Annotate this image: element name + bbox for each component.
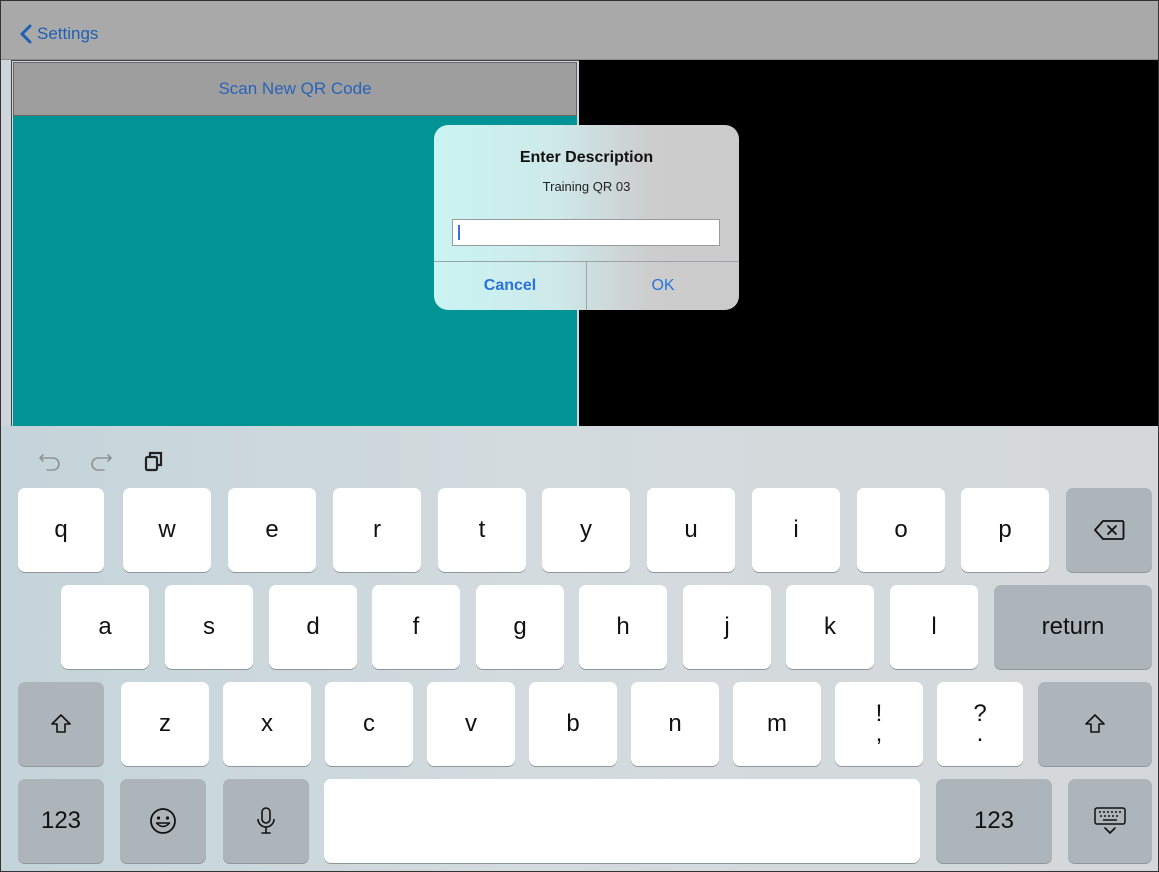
shift-icon (51, 714, 71, 733)
key-w[interactable]: w (123, 488, 211, 572)
key-b[interactable]: b (529, 682, 617, 766)
numbers-key-right[interactable]: 123 (936, 779, 1052, 863)
key-g[interactable]: g (476, 585, 564, 669)
microphone-icon (257, 807, 275, 834)
key-m[interactable]: m (733, 682, 821, 766)
back-button[interactable]: Settings (19, 21, 98, 47)
delete-key[interactable] (1066, 488, 1152, 572)
key-j[interactable]: j (683, 585, 771, 669)
key-r[interactable]: r (333, 488, 421, 572)
paste-icon[interactable] (141, 448, 167, 474)
key-exclamation-comma-labels: ! , (875, 702, 883, 747)
period-label: . (976, 720, 984, 747)
app-frame: Settings Scan New QR Code Enter Descript… (0, 0, 1159, 872)
key-v[interactable]: v (427, 682, 515, 766)
key-a[interactable]: a (61, 585, 149, 669)
dismiss-keyboard-key[interactable] (1068, 779, 1152, 863)
key-f[interactable]: f (372, 585, 460, 669)
key-question-period[interactable]: ? . (937, 682, 1023, 766)
dialog-message: Training QR 03 (542, 179, 631, 194)
key-x[interactable]: x (223, 682, 311, 766)
emoji-icon (150, 808, 176, 834)
dictation-key[interactable] (223, 779, 309, 863)
key-c[interactable]: c (325, 682, 413, 766)
dialog-title: Enter Description (519, 149, 654, 166)
key-question-period-labels: ? . (973, 702, 986, 747)
key-e[interactable]: e (228, 488, 316, 572)
key-n[interactable]: n (631, 682, 719, 766)
shift-icon (1085, 714, 1105, 733)
keyboard: q w e r t y u i o p a s d f g h j k l re… (1, 426, 1158, 871)
key-t[interactable]: t (438, 488, 526, 572)
keyboard-dismiss-icon (1094, 807, 1126, 834)
cancel-button[interactable]: Cancel (434, 262, 586, 310)
shift-key-left[interactable] (18, 682, 104, 766)
key-p[interactable]: p (961, 488, 1049, 572)
key-y[interactable]: y (542, 488, 630, 572)
back-button-label: Settings (37, 24, 99, 43)
return-key[interactable]: return (994, 585, 1152, 669)
key-s[interactable]: s (165, 585, 253, 669)
chevron-left-icon (20, 24, 32, 44)
enter-description-dialog: Enter Description Training QR 03 Cancel … (434, 125, 739, 310)
text-cursor (458, 225, 460, 240)
key-h[interactable]: h (579, 585, 667, 669)
key-z[interactable]: z (121, 682, 209, 766)
description-input[interactable] (452, 219, 720, 246)
numbers-key-left[interactable]: 123 (18, 779, 104, 863)
scan-new-qr-code-button[interactable]: Scan New QR Code (13, 62, 577, 116)
emoji-key[interactable] (120, 779, 206, 863)
undo-icon[interactable] (37, 448, 63, 474)
navigation-bar: Settings (1, 1, 1158, 60)
key-u[interactable]: u (647, 488, 735, 572)
key-d[interactable]: d (269, 585, 357, 669)
key-o[interactable]: o (857, 488, 945, 572)
comma-label: , (875, 720, 883, 747)
key-k[interactable]: k (786, 585, 874, 669)
redo-icon[interactable] (88, 448, 114, 474)
ok-button[interactable]: OK (587, 262, 739, 310)
shift-key-right[interactable] (1038, 682, 1152, 766)
key-exclamation-comma[interactable]: ! , (835, 682, 923, 766)
backspace-icon (1094, 520, 1125, 540)
key-i[interactable]: i (752, 488, 840, 572)
key-q[interactable]: q (18, 488, 104, 572)
space-bar[interactable] (324, 779, 920, 863)
key-l[interactable]: l (890, 585, 978, 669)
